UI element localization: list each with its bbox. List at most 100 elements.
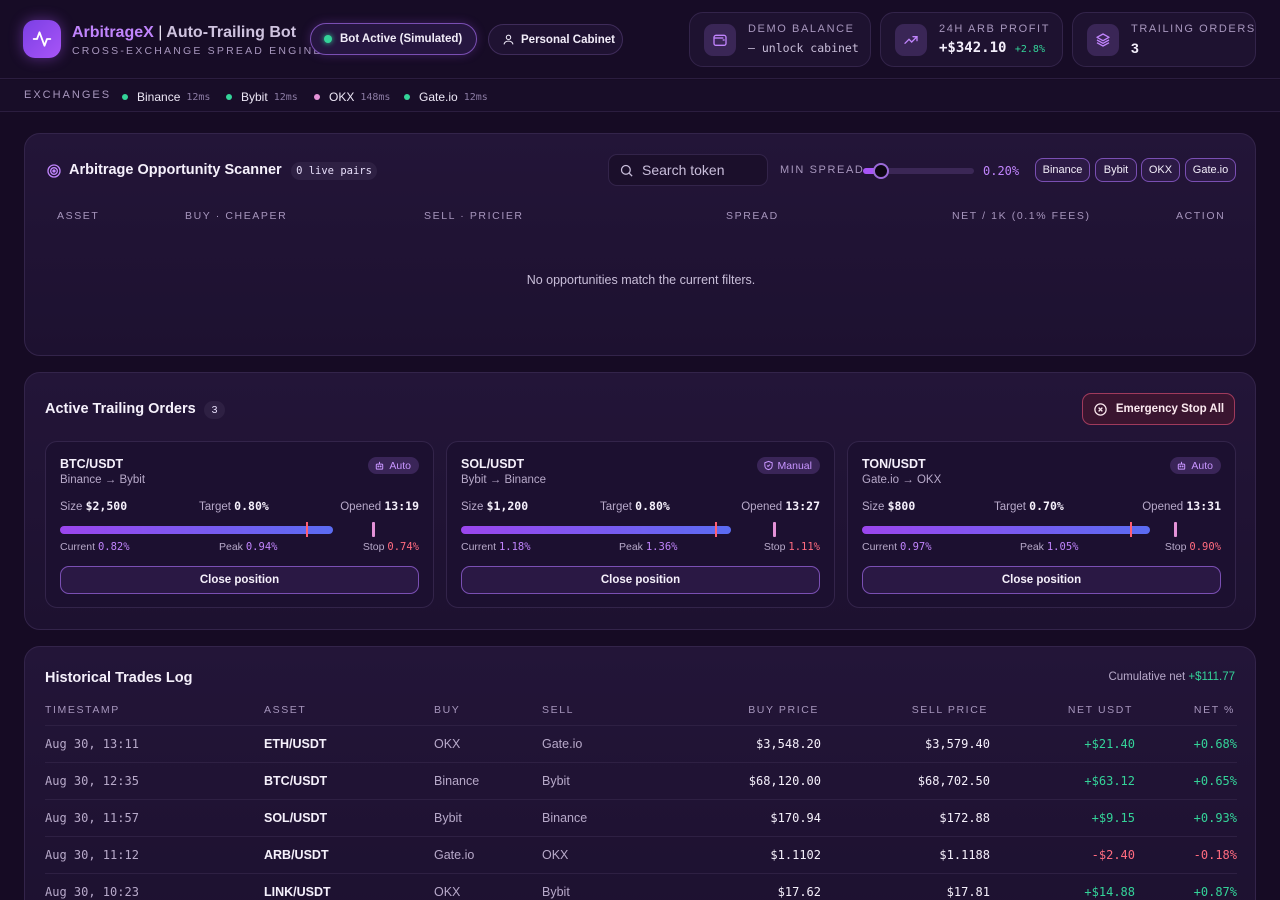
order-card: TON/USDT Gate.io → OKX Auto Size $800 Ta…: [847, 441, 1236, 608]
cell-net-usdt: +$63.12: [1084, 774, 1135, 788]
target-label: Target: [994, 501, 1026, 513]
emergency-stop-button[interactable]: Emergency Stop All: [1082, 393, 1235, 425]
emergency-stop-label: Emergency Stop All: [1115, 403, 1225, 415]
slider-handle[interactable]: [872, 163, 889, 179]
peak-caption: Peak 1.05%: [1020, 541, 1078, 553]
target-value: 0.70%: [1029, 499, 1064, 513]
cumulative-value: +$111.77: [1188, 671, 1235, 683]
peak-caption: Peak 0.94%: [219, 541, 277, 553]
filter-chip-binance[interactable]: Binance: [1035, 158, 1090, 182]
stop-label: Stop: [1164, 541, 1187, 553]
table-row[interactable]: Aug 30, 10:23 LINK/USDT OKX Bybit $17.62 $17.…: [25, 874, 1257, 900]
exchange-okx[interactable]: OKX 148ms: [314, 90, 390, 104]
scanner-title: Arbitrage Opportunity Scanner: [69, 162, 282, 178]
exchange-latency: 12ms: [273, 91, 298, 103]
peak-value: 1.36%: [645, 541, 678, 553]
table-row[interactable]: Aug 30, 11:12 ARB/USDT Gate.io OKX $1.1102 $1…: [25, 837, 1257, 873]
cell-timestamp: Aug 30, 10:23: [45, 885, 139, 899]
exchange-name: Bybit: [241, 90, 268, 104]
order-route: Binance → Bybit: [60, 474, 146, 486]
size-label: Size: [60, 501, 83, 513]
exchanges-bar: EXCHANGES Binance 12ms Bybit 12ms OKX 148ms…: [0, 80, 1280, 112]
brand-separator: |: [158, 24, 163, 41]
table-row[interactable]: Aug 30, 13:11 ETH/USDT OKX Gate.io $3,548.20…: [25, 726, 1257, 762]
stat-value: +$342.10 +2.8%: [939, 40, 1045, 56]
order-size: Size $2,500: [60, 499, 127, 513]
close-position-button[interactable]: Close position: [60, 566, 419, 594]
mode-label: Auto: [389, 459, 411, 472]
filter-chip-bybit[interactable]: Bybit: [1095, 158, 1137, 182]
column-header-net-pct: NET %: [1193, 704, 1235, 716]
stop-caption: Stop 1.11%: [764, 541, 820, 553]
size-value: $800: [887, 499, 916, 513]
trailing-count-badge: 3: [204, 401, 225, 419]
column-header-action: ACTION: [1176, 210, 1226, 222]
close-position-button[interactable]: Close position: [461, 566, 820, 594]
brand-name: ArbitrageX: [72, 24, 154, 41]
cell-buy-exchange: Gate.io: [434, 848, 475, 862]
cell-sell-price: $172.88: [939, 811, 990, 825]
exchange-binance[interactable]: Binance 12ms: [122, 90, 210, 104]
peak-value: 1.05%: [1046, 541, 1079, 553]
status-dot-icon: [226, 94, 232, 100]
stat-trailing-orders: TRAILING ORDERS 3: [1072, 12, 1256, 67]
opened-value: 13:19: [384, 499, 419, 513]
cell-asset: LINK/USDT: [264, 885, 331, 899]
empty-state-message: No opportunities match the current filte…: [526, 273, 756, 287]
min-spread-slider[interactable]: [863, 163, 974, 179]
column-header-asset: ASSET: [57, 210, 100, 222]
column-header-sell: SELL: [542, 704, 575, 716]
current-label: Current: [60, 541, 96, 553]
min-spread-label: MIN SPREAD: [780, 164, 865, 176]
table-row[interactable]: Aug 30, 11:57 SOL/USDT Bybit Binance $170.94…: [25, 800, 1257, 836]
cell-net-usdt: +$21.40: [1084, 737, 1135, 751]
peak-label: Peak: [219, 541, 243, 553]
filter-chip-gateio[interactable]: Gate.io: [1185, 158, 1236, 182]
order-route: Gate.io → OKX: [862, 474, 942, 486]
exchange-gateio[interactable]: Gate.io 12ms: [404, 90, 488, 104]
cell-sell-exchange: Bybit: [542, 885, 570, 899]
order-route: Bybit → Binance: [461, 474, 547, 486]
cell-sell-exchange: Bybit: [542, 774, 570, 788]
brand-product: Auto-Trailing Bot: [166, 24, 297, 41]
scanner-panel: Arbitrage Opportunity Scanner 0 live pai…: [24, 133, 1256, 356]
cell-asset: ARB/USDT: [264, 848, 329, 862]
order-opened: Opened 13:27: [741, 499, 820, 513]
exchange-bybit[interactable]: Bybit 12ms: [226, 90, 298, 104]
cell-timestamp: Aug 30, 11:12: [45, 848, 139, 862]
search-box[interactable]: [608, 154, 768, 186]
size-value: $2,500: [85, 499, 128, 513]
personal-cabinet-button[interactable]: Personal Cabinet: [488, 24, 623, 55]
stop-value: 0.74%: [387, 541, 419, 553]
stat-arb-profit: 24H ARB PROFIT +$342.10 +2.8%: [880, 12, 1063, 67]
top-header: ArbitrageX | Auto-Trailing Bot CROSS-EXC…: [0, 0, 1280, 79]
close-position-button[interactable]: Close position: [862, 566, 1221, 594]
status-dot-icon: [404, 94, 410, 100]
size-label: Size: [461, 501, 484, 513]
min-spread-value: 0.20%: [983, 164, 1020, 178]
target-value: 0.80%: [635, 499, 670, 513]
search-icon: [620, 164, 633, 177]
column-header-buy: BUY · CHEAPER: [185, 210, 288, 222]
search-input[interactable]: [642, 162, 762, 178]
bot-status-toggle[interactable]: Bot Active (Simulated): [310, 23, 477, 55]
status-dot-icon: [314, 94, 320, 100]
current-label: Current: [461, 541, 497, 553]
trail-progress-bar: [862, 526, 1150, 534]
cell-buy-price: $3,548.20: [755, 737, 821, 751]
table-row[interactable]: Aug 30, 12:35 BTC/USDT Binance Bybit $68,120…: [25, 763, 1257, 799]
filter-chip-okx[interactable]: OKX: [1141, 158, 1180, 182]
layers-icon: [1087, 24, 1119, 56]
opened-label: Opened: [1142, 501, 1184, 513]
cell-net-pct: +0.87%: [1193, 885, 1237, 899]
stat-demo-balance[interactable]: DEMO BALANCE — unlock cabinet: [689, 12, 871, 67]
column-header-sell: SELL · PRICIER: [424, 210, 524, 222]
cell-buy-price: $170.94: [770, 811, 821, 825]
history-panel: Historical Trades Log Cumulative net +$1…: [24, 646, 1256, 900]
peak-marker: [306, 522, 308, 537]
order-card: BTC/USDT Binance → Bybit Auto Size $2,50…: [45, 441, 434, 608]
peak-marker: [715, 522, 717, 537]
profit-delta: +2.8%: [1014, 44, 1045, 55]
wallet-icon: [704, 24, 736, 56]
cell-net-usdt: +$9.15: [1091, 811, 1135, 825]
